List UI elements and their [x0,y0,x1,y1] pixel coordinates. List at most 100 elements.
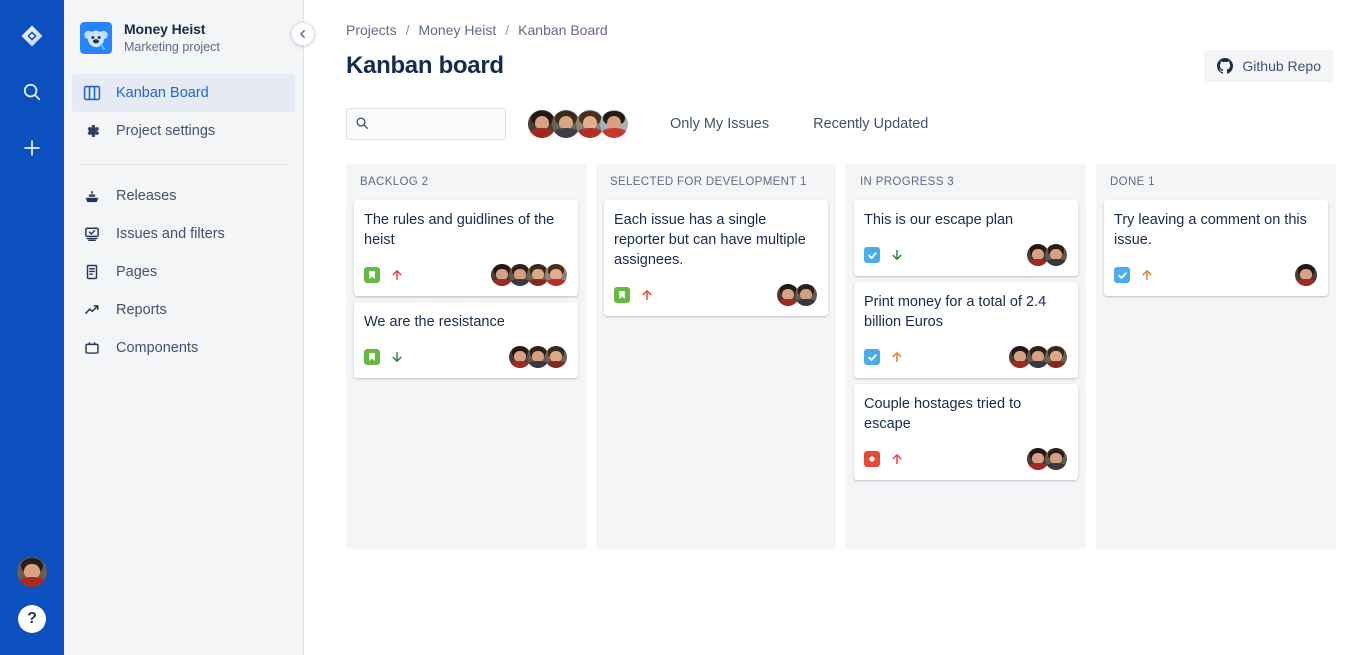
sidebar-divider [80,164,287,165]
project-type: Marketing project [124,40,220,54]
sidebar-item-pages[interactable]: Pages [72,253,295,291]
board-column-backlog: BACKLOG 2 The rules and guidlines of the … [346,164,586,549]
breadcrumb-projects[interactable]: Projects [346,22,397,38]
project-name: Money Heist [124,21,206,37]
rail-bottom-group: ? [17,557,47,655]
github-repo-button[interactable]: Github Repo [1204,50,1334,82]
jira-diamond-logo-icon[interactable] [12,16,52,56]
issue-card[interactable]: This is our escape plan [854,200,1078,276]
task-type-icon [1114,267,1130,283]
github-repo-label: Github Repo [1242,58,1321,74]
sidebar-item-releases[interactable]: Releases [72,177,295,215]
gear-icon [82,121,102,141]
board-filters: Only My Issues Recently Updated [346,108,1334,140]
only-my-issues-filter[interactable]: Only My Issues [666,110,773,138]
priority-high-up-icon [390,267,404,283]
help-icon[interactable]: ? [18,605,46,633]
sidebar-item-kanban-board[interactable]: Kanban Board [72,74,295,112]
main-content: Projects / Money Heist / Kanban Board Ka… [304,0,1360,655]
issue-card-footer [614,283,818,307]
card-assignees [1008,345,1068,369]
issue-card[interactable]: Couple hostages tried to escape [854,384,1078,480]
avatar-filter[interactable] [598,108,630,140]
story-type-icon [364,349,380,365]
issue-card[interactable]: The rules and guidlines of the heist [354,200,578,296]
assignee-avatar[interactable] [544,263,568,287]
search-field-wrapper [346,108,506,140]
sidebar-item-label: Components [116,340,199,356]
recently-updated-filter[interactable]: Recently Updated [809,110,932,138]
assignee-avatar[interactable] [1044,243,1068,267]
priority-medium-up-icon [890,349,904,365]
sidebar-item-label: Pages [116,264,158,280]
column-header: BACKLOG 2 [360,176,429,188]
issue-card[interactable]: We are the resistance [354,302,578,378]
sidebar-item-issues-and-filters[interactable]: Issues and filters [72,215,295,253]
assignee-avatar[interactable] [544,345,568,369]
sidebar-secondary-nav: Releases Issues and filters Pages Report… [64,177,303,367]
issue-card[interactable]: Print money for a total of 2.4 billion E… [854,282,1078,378]
issue-card[interactable]: Each issue has a single reporter but can… [604,200,828,316]
components-box-icon [82,338,102,358]
column-header: DONE 1 [1110,176,1155,188]
issue-title: Each issue has a single reporter but can… [614,212,806,268]
pages-document-icon [82,262,102,282]
sidebar-primary-nav: Kanban Board Project settings [64,74,303,150]
sidebar-item-label: Project settings [116,123,216,139]
koala-project-avatar-icon [80,22,112,54]
sidebar-collapse-button[interactable] [291,22,315,46]
rail-top-group [12,0,52,168]
priority-medium-up-icon [1140,267,1154,283]
sidebar-item-reports[interactable]: Reports [72,291,295,329]
github-icon [1217,58,1234,74]
issue-card-footer [864,447,1068,471]
assignee-avatar[interactable] [794,283,818,307]
issue-title: Print money for a total of 2.4 billion E… [864,294,1047,330]
create-icon[interactable] [12,128,52,168]
breadcrumb: Projects / Money Heist / Kanban Board [346,22,1334,38]
sidebar-item-label: Kanban Board [116,85,209,101]
kanban-board: BACKLOG 2 The rules and guidlines of the … [346,164,1336,549]
breadcrumb-kanban-board[interactable]: Kanban Board [518,22,608,38]
search-icon[interactable] [12,72,52,112]
issue-card-footer [1114,263,1318,287]
breadcrumb-separator: / [505,22,510,38]
column-header: SELECTED FOR DEVELOPMENT 1 [610,176,807,188]
issue-title: This is our escape plan [864,212,1014,228]
releases-ship-icon [82,186,102,206]
avatar[interactable] [17,557,47,587]
column-header: IN PROGRESS 3 [860,176,955,188]
assignee-avatar[interactable] [1044,345,1068,369]
search-input[interactable] [346,108,506,140]
issues-monitor-icon [82,224,102,244]
breadcrumb-separator: / [405,22,410,38]
breadcrumb-money-heist[interactable]: Money Heist [418,22,496,38]
assignee-avatar[interactable] [1294,263,1318,287]
issue-card-footer [864,243,1068,267]
card-assignees [776,283,818,307]
issue-card[interactable]: Try leaving a comment on this issue. [1104,200,1328,296]
task-type-icon [864,247,880,263]
priority-low-down-icon [890,247,904,263]
sidebar-item-label: Releases [116,188,177,204]
issue-card-footer [864,345,1068,369]
card-assignees [508,345,568,369]
project-meta: Money Heist Marketing project [124,20,220,56]
card-assignees [1294,263,1318,287]
sidebar-item-components[interactable]: Components [72,329,295,367]
assignee-avatar[interactable] [1044,447,1068,471]
reports-chart-icon [82,300,102,320]
bug-type-icon [864,451,880,467]
card-assignees [1026,243,1068,267]
global-nav-rail: ? [0,0,64,655]
sidebar-item-label: Reports [116,302,167,318]
board-column-selected-for-development: SELECTED FOR DEVELOPMENT 1 Each issue has… [596,164,836,549]
task-type-icon [864,349,880,365]
board-column-done: DONE 1 Try leaving a comment on this issu… [1096,164,1336,549]
issue-title: We are the resistance [364,314,505,330]
card-assignees [1026,447,1068,471]
sidebar-item-project-settings[interactable]: Project settings [72,112,295,150]
story-type-icon [364,267,380,283]
app-root: ? Money Heist Marketing project Kanban B… [0,0,1360,655]
board-columns-icon [82,83,102,103]
